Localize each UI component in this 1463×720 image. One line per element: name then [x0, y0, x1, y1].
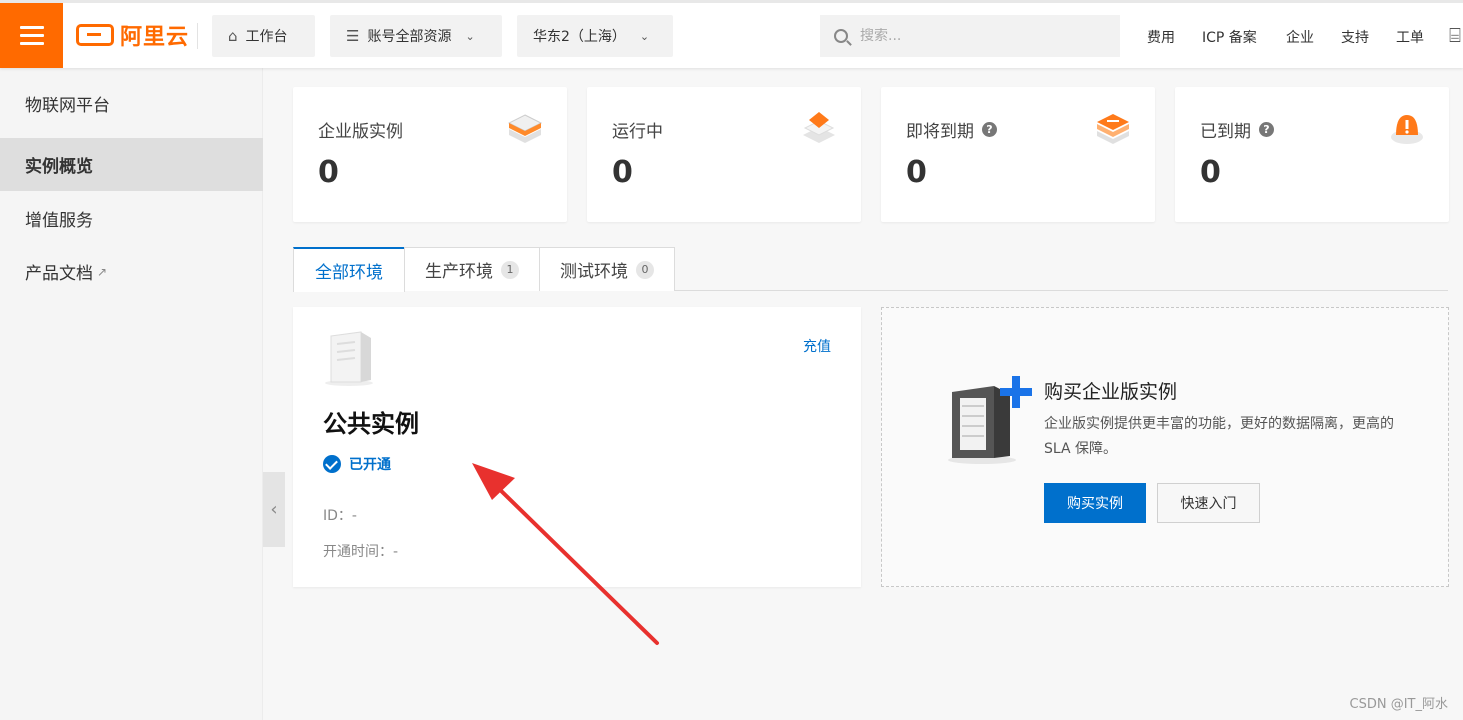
- check-circle-icon: [323, 455, 341, 473]
- instance-title: 公共实例: [323, 410, 419, 438]
- tab-label: 全部环境: [315, 263, 383, 283]
- message-icon[interactable]: ⌸: [1449, 23, 1463, 49]
- search-box[interactable]: [820, 15, 1120, 57]
- quick-start-button[interactable]: 快速入门: [1157, 483, 1260, 523]
- tab-count-badge: 1: [501, 260, 519, 279]
- tab-label: 生产环境: [425, 262, 493, 282]
- sidebar-item-label: 产品文档: [25, 264, 93, 284]
- diamond-stack-icon: [803, 112, 835, 143]
- status-badge: 已开通: [323, 454, 391, 474]
- stat-value: 0: [318, 155, 339, 190]
- buy-card-description: 企业版实例提供更丰富的功能，更好的数据隔离，更高的 SLA 保障。: [1044, 416, 1394, 457]
- help-icon[interactable]: ?: [982, 122, 997, 137]
- region-dropdown[interactable]: 华东2（上海） ⌄: [517, 15, 673, 57]
- stat-card-expired: 已到期 ? 0: [1175, 87, 1449, 222]
- region-label: 华东2（上海）: [533, 29, 626, 45]
- sidebar: 物联网平台 实例概览 增值服务 产品文档 ↗: [0, 68, 263, 720]
- sidebar-item-instance-overview[interactable]: 实例概览: [0, 138, 263, 191]
- search-input[interactable]: [860, 28, 1090, 44]
- buy-card-title: 购买企业版实例: [1044, 381, 1178, 403]
- sidebar-title: 物联网平台: [25, 96, 110, 116]
- search-icon: [834, 29, 848, 43]
- stack-layers-icon: [507, 114, 543, 143]
- workbench-label: 工作台: [245, 29, 288, 45]
- ticket-link[interactable]: 工单: [1396, 27, 1424, 47]
- aliyun-logo[interactable]: 阿里云: [76, 21, 190, 50]
- stat-value: 0: [906, 155, 927, 190]
- sidebar-item-value-added-services[interactable]: 增值服务: [0, 192, 263, 245]
- stat-card-running: 运行中 0: [587, 87, 861, 222]
- alert-bell-icon: [1391, 115, 1423, 144]
- chevron-down-icon: ⌄: [639, 29, 650, 43]
- stat-label-text: 企业版实例: [318, 122, 403, 142]
- stat-label-text: 运行中: [612, 122, 663, 142]
- list-icon: ☰: [346, 27, 360, 45]
- tab-test-environment[interactable]: 测试环境 0: [539, 247, 675, 291]
- stat-value: 0: [612, 155, 633, 190]
- buy-instance-button[interactable]: 购买实例: [1044, 483, 1146, 523]
- stat-label-text: 即将到期: [906, 122, 974, 142]
- status-text: 已开通: [349, 457, 391, 473]
- stat-label: 即将到期 ?: [906, 117, 997, 142]
- icp-filing-link[interactable]: ICP 备案: [1202, 27, 1257, 47]
- stat-label: 已到期 ?: [1200, 117, 1274, 142]
- account-resources-label: 账号全部资源: [367, 29, 452, 45]
- public-instance-card: 充值 公共实例 已开通 ID：- 开通时间：-: [293, 307, 861, 587]
- stat-card-enterprise-instances: 企业版实例 0: [293, 87, 567, 222]
- help-icon[interactable]: ?: [1259, 122, 1274, 137]
- watermark: CSDN @IT_阿水: [1349, 697, 1448, 712]
- fees-link[interactable]: 费用: [1147, 27, 1175, 47]
- logo-text: 阿里云: [120, 25, 190, 50]
- stat-label-text: 已到期: [1200, 122, 1251, 142]
- external-link-icon: ↗: [97, 264, 108, 279]
- tab-production-environment[interactable]: 生产环境 1: [404, 247, 540, 291]
- support-link[interactable]: 支持: [1341, 27, 1369, 47]
- environment-tabs: 全部环境 生产环境 1 测试环境 0: [293, 247, 1448, 292]
- stat-label: 企业版实例: [318, 117, 403, 142]
- home-icon: ⌂: [228, 27, 238, 45]
- sidebar-item-product-docs[interactable]: 产品文档 ↗: [0, 245, 263, 298]
- tab-label: 测试环境: [560, 262, 628, 282]
- chevron-down-icon: ⌄: [465, 29, 475, 43]
- hamburger-menu-icon[interactable]: [0, 3, 63, 68]
- recharge-link[interactable]: 充值: [803, 336, 831, 356]
- sidebar-collapse-handle[interactable]: ‹: [263, 472, 285, 547]
- aliyun-logo-mark-icon: [76, 24, 114, 46]
- tab-count-badge: 0: [636, 260, 654, 279]
- chevron-left-icon: ‹: [270, 499, 278, 520]
- tab-all-environments[interactable]: 全部环境: [293, 247, 405, 292]
- sidebar-item-label: 实例概览: [25, 157, 93, 177]
- stat-card-expiring-soon: 即将到期 ? 0: [881, 87, 1155, 222]
- stack-clock-icon: [1097, 114, 1129, 144]
- instance-id: ID：-: [323, 508, 357, 524]
- server-add-icon: [948, 376, 1032, 464]
- instance-open-time: 开通时间：-: [323, 544, 399, 560]
- workbench-button[interactable]: ⌂ 工作台: [212, 15, 315, 57]
- stat-label: 运行中: [612, 117, 663, 142]
- top-bar: 阿里云 ⌂ 工作台 ☰ 账号全部资源 ⌄ 华东2（上海） ⌄ 费用 ICP 备案…: [0, 0, 1463, 68]
- enterprise-link[interactable]: 企业: [1286, 27, 1314, 47]
- stat-value: 0: [1200, 155, 1221, 190]
- buy-enterprise-instance-card: 购买企业版实例 企业版实例提供更丰富的功能，更好的数据隔离，更高的 SLA 保障…: [881, 307, 1449, 587]
- server-icon: [325, 331, 373, 386]
- sidebar-item-label: 增值服务: [25, 211, 93, 231]
- logo-divider: [197, 23, 198, 49]
- account-resources-dropdown[interactable]: ☰ 账号全部资源 ⌄: [330, 15, 502, 57]
